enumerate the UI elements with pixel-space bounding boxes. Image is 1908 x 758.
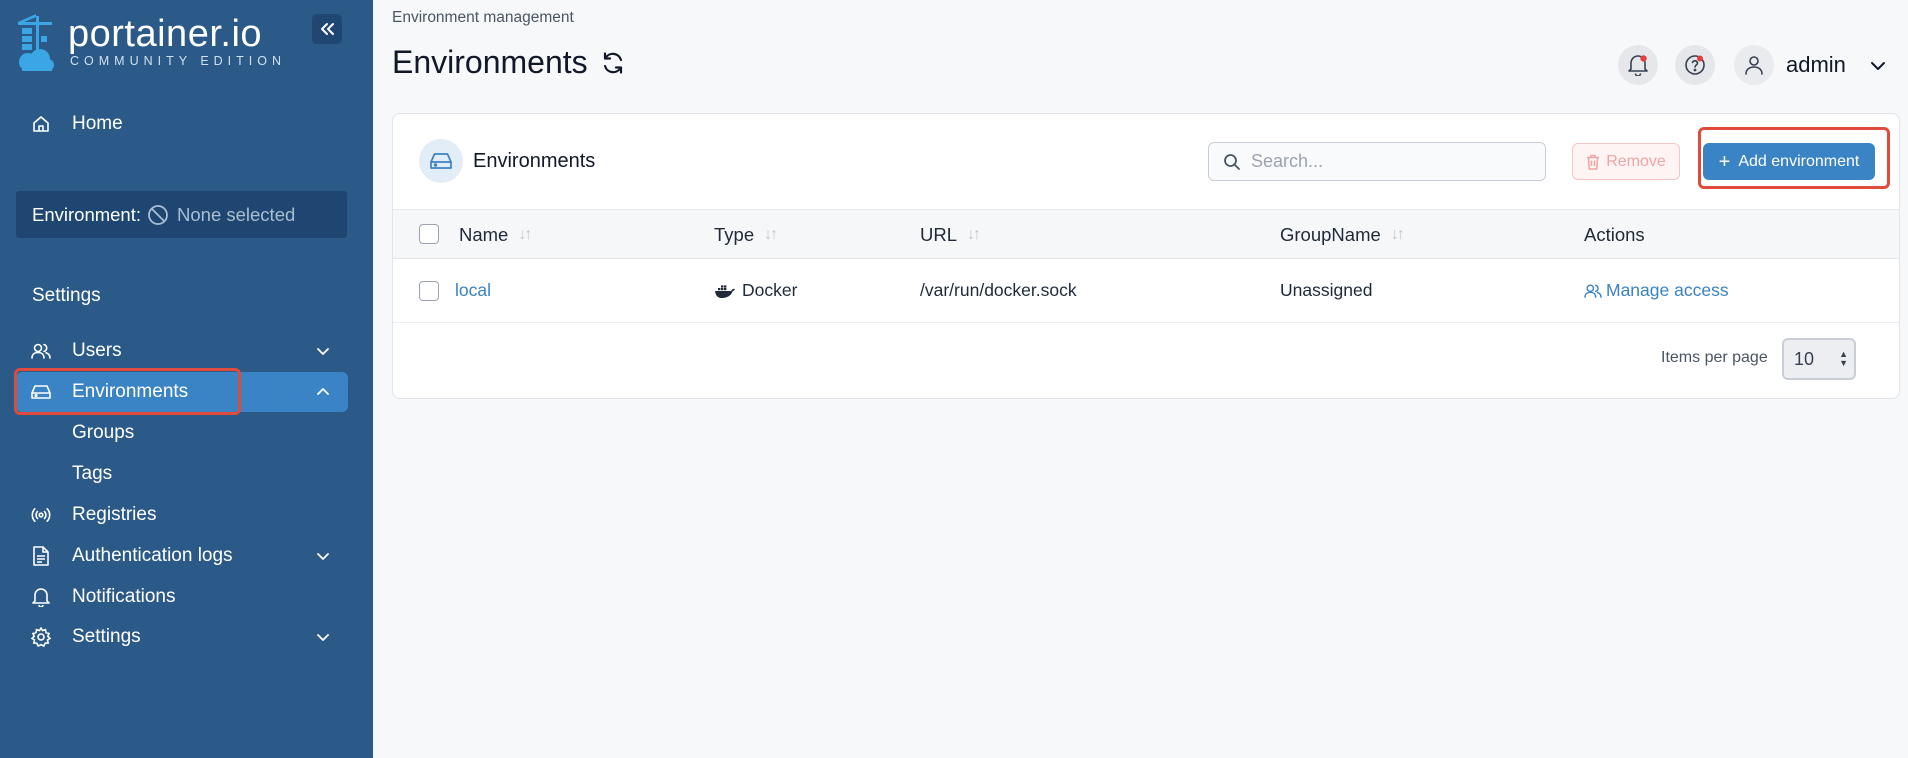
sidebar-item-label: Environments bbox=[72, 381, 189, 402]
items-per-page-select[interactable]: 10 ▲ ▼ bbox=[1782, 338, 1856, 380]
chevron-down-icon[interactable] bbox=[1868, 56, 1888, 76]
sidebar-item-environments[interactable]: Environments bbox=[16, 372, 348, 412]
remove-label: Remove bbox=[1606, 152, 1666, 170]
bell-icon bbox=[30, 586, 52, 608]
add-environment-button[interactable]: + Add environment bbox=[1703, 143, 1875, 180]
radio-icon bbox=[30, 504, 52, 526]
sidebar-item-notifications[interactable]: Notifications bbox=[16, 577, 348, 617]
brand-edition: COMMUNITY EDITION bbox=[70, 54, 287, 68]
search-icon bbox=[1224, 153, 1240, 170]
column-header-name[interactable]: Name ↓↑ bbox=[459, 224, 532, 246]
portainer-logo-icon bbox=[18, 14, 54, 71]
chevron-down-icon bbox=[317, 348, 329, 355]
sidebar-item-label: Users bbox=[72, 340, 122, 361]
environment-value: None selected bbox=[177, 203, 296, 225]
sort-icon: ↓↑ bbox=[1390, 226, 1405, 243]
sidebar-item-tags[interactable]: Tags bbox=[72, 454, 112, 494]
bell-icon bbox=[1628, 55, 1648, 76]
sort-icon: ↓↑ bbox=[967, 226, 981, 243]
sort-icon: ↓↑ bbox=[764, 226, 778, 243]
help-button[interactable] bbox=[1675, 45, 1715, 85]
items-per-page-value: 10 bbox=[1794, 348, 1815, 369]
column-header-type[interactable]: Type ↓↑ bbox=[714, 224, 778, 246]
remove-button[interactable]: Remove bbox=[1572, 143, 1680, 180]
environments-card: Environments Remove + Add environment Na… bbox=[392, 113, 1900, 399]
ban-icon bbox=[148, 204, 168, 225]
help-circle-icon bbox=[1685, 55, 1705, 75]
sidebar-item-home[interactable]: Home bbox=[16, 104, 348, 144]
chevron-up-icon bbox=[317, 388, 329, 395]
chevron-down-icon bbox=[317, 634, 329, 641]
docker-icon bbox=[715, 284, 735, 298]
trash-icon bbox=[1587, 154, 1600, 170]
users-icon bbox=[1584, 284, 1602, 298]
sidebar-item-label: Authentication logs bbox=[72, 545, 233, 566]
sidebar: portainer.io COMMUNITY EDITION Home Envi… bbox=[0, 0, 373, 758]
select-all-checkbox[interactable] bbox=[419, 224, 439, 244]
page-title-text: Environments bbox=[392, 44, 588, 80]
search-box[interactable] bbox=[1208, 142, 1546, 181]
column-header-groupname[interactable]: GroupName ↓↑ bbox=[1280, 224, 1405, 246]
manage-access-link[interactable]: Manage access bbox=[1584, 280, 1729, 301]
environment-selector[interactable]: Environment: None selected bbox=[16, 191, 347, 238]
chevron-down-icon bbox=[317, 553, 329, 560]
sidebar-item-groups[interactable]: Groups bbox=[72, 413, 134, 453]
sidebar-item-label: Settings bbox=[72, 626, 141, 647]
add-environment-label: Add environment bbox=[1738, 152, 1860, 170]
double-chevron-left-icon bbox=[321, 23, 334, 35]
column-header-actions: Actions bbox=[1584, 224, 1645, 245]
notifications-button[interactable] bbox=[1618, 45, 1658, 85]
sidebar-item-registries[interactable]: Registries bbox=[16, 495, 348, 535]
items-per-page-label: Items per page bbox=[1661, 349, 1768, 366]
portainer-logo[interactable]: portainer.io COMMUNITY EDITION bbox=[14, 12, 286, 74]
user-avatar[interactable] bbox=[1734, 45, 1774, 85]
environment-group: Unassigned bbox=[1280, 280, 1373, 300]
page-title: Environments bbox=[392, 44, 626, 81]
gear-icon bbox=[30, 626, 52, 648]
card-title: Environments bbox=[473, 150, 596, 172]
settings-section-label: Settings bbox=[32, 285, 101, 306]
home-icon bbox=[30, 113, 52, 135]
sidebar-item-label: Notifications bbox=[72, 586, 176, 607]
row-checkbox[interactable] bbox=[419, 281, 439, 301]
breadcrumb[interactable]: Environment management bbox=[392, 9, 574, 27]
sort-icon: ↓↑ bbox=[518, 226, 532, 243]
collapse-sidebar-button[interactable] bbox=[312, 14, 342, 44]
environment-name-link[interactable]: local bbox=[455, 280, 491, 301]
plus-icon: + bbox=[1718, 150, 1731, 173]
search-input[interactable] bbox=[1251, 151, 1531, 172]
user-icon bbox=[1745, 56, 1763, 75]
hard-drive-icon bbox=[419, 139, 463, 183]
environment-url: /var/run/docker.sock bbox=[920, 280, 1077, 300]
sidebar-item-users[interactable]: Users bbox=[16, 331, 348, 371]
sidebar-item-authentication-logs[interactable]: Authentication logs bbox=[16, 536, 348, 576]
hard-drive-icon bbox=[30, 381, 52, 403]
sidebar-item-settings[interactable]: Settings bbox=[16, 617, 348, 657]
table-row: local Docker /var/run/docker.sock Unassi… bbox=[393, 259, 1899, 323]
sidebar-item-label: Home bbox=[72, 113, 123, 134]
environment-label: Environment: bbox=[32, 203, 141, 225]
sidebar-item-label: Registries bbox=[72, 504, 157, 525]
select-arrows-icon: ▲ ▼ bbox=[1839, 349, 1848, 368]
refresh-icon[interactable] bbox=[600, 50, 626, 76]
environment-type: Docker bbox=[714, 280, 797, 301]
user-name[interactable]: admin bbox=[1786, 52, 1846, 78]
users-icon bbox=[30, 340, 52, 362]
column-header-url[interactable]: URL ↓↑ bbox=[920, 224, 981, 246]
brand-name: portainer.io bbox=[68, 13, 263, 55]
table-header: Name ↓↑ Type ↓↑ URL ↓↑ GroupName ↓↑ Actions bbox=[393, 209, 1899, 259]
file-text-icon bbox=[30, 545, 52, 567]
